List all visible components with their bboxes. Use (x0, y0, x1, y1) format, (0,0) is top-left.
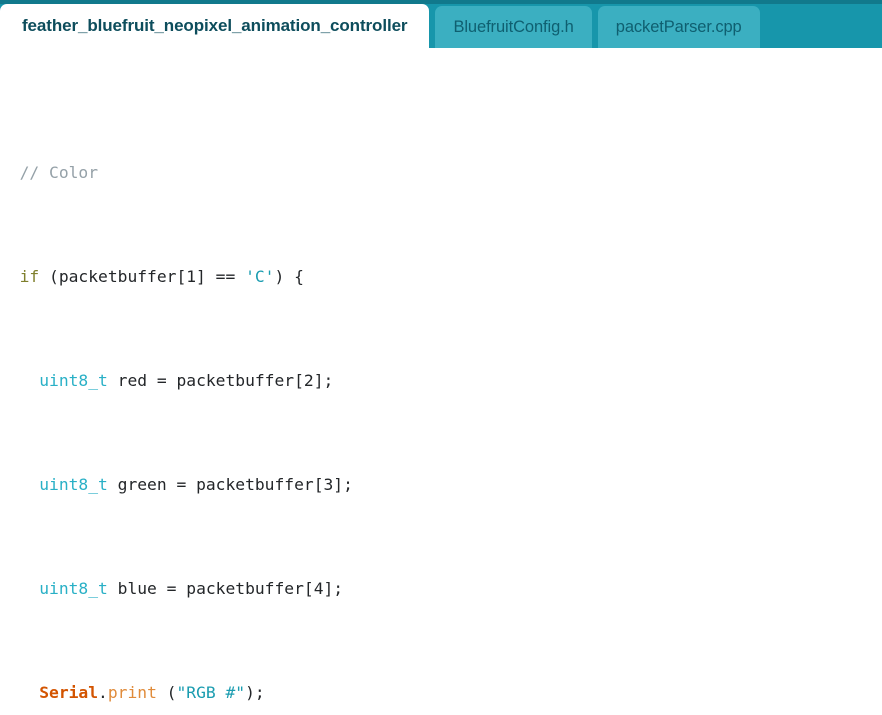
tab-label: feather_bluefruit_neopixel_animation_con… (22, 16, 408, 35)
tab-feather-bluefruit-neopixel-animation-controller[interactable]: feather_bluefruit_neopixel_animation_con… (0, 4, 430, 48)
code-line: if (packetbuffer[1] == 'C') { (19, 267, 304, 286)
tab-label: packetParser.cpp (615, 17, 742, 36)
tab-bluefruitconfig-h[interactable]: BluefruitConfig.h (435, 6, 592, 48)
code-line: // Color (19, 163, 99, 182)
code-editor-area[interactable]: // Color if (packetbuffer[1] == 'C') { u… (0, 48, 882, 715)
editor-tab-bar: feather_bluefruit_neopixel_animation_con… (0, 0, 882, 48)
code-line: Serial.print ("RGB #"); (39, 683, 265, 702)
tab-label: BluefruitConfig.h (453, 17, 574, 36)
code-line: uint8_t green = packetbuffer[3]; (39, 475, 353, 494)
source-code-text[interactable]: // Color if (packetbuffer[1] == 'C') { u… (0, 48, 696, 715)
tab-strip: feather_bluefruit_neopixel_animation_con… (0, 4, 760, 48)
code-line: uint8_t red = packetbuffer[2]; (39, 371, 334, 390)
tab-packetparser-cpp[interactable]: packetParser.cpp (597, 6, 760, 48)
code-line: uint8_t blue = packetbuffer[4]; (39, 579, 344, 598)
